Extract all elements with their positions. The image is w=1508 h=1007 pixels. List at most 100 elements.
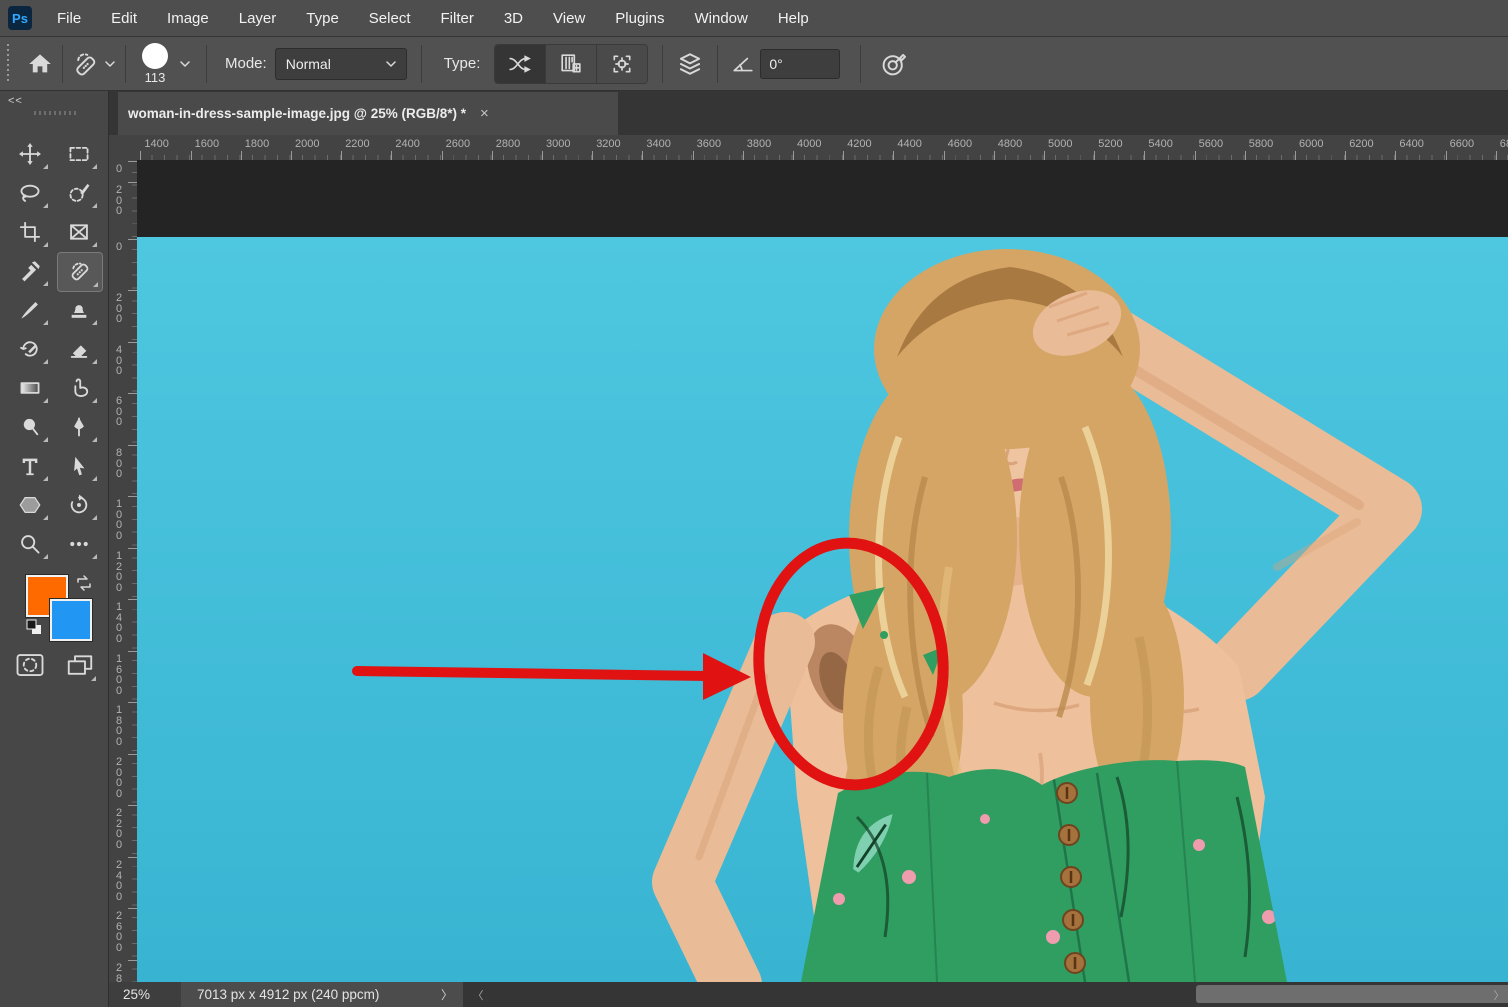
tool-more-tools[interactable] (57, 525, 101, 563)
scrollbar-thumb[interactable] (1196, 985, 1508, 1003)
background-color-swatch[interactable] (50, 599, 92, 641)
h-ruler-label: 2600 (446, 138, 470, 150)
scroll-right-icon[interactable]: 〉 (1490, 982, 1508, 1007)
current-tool-preset[interactable] (73, 51, 115, 77)
tool-history-brush[interactable] (8, 330, 52, 368)
spot-healing-brush-icon (73, 51, 99, 77)
photoshop-logo-icon[interactable]: Ps (8, 6, 32, 30)
home-button[interactable] (28, 52, 52, 76)
tool-eyedropper[interactable] (8, 252, 52, 290)
v-ruler-label: 1 8 0 0 (116, 705, 122, 747)
document-tab-bar: woman-in-dress-sample-image.jpg @ 25% (R… (109, 91, 1508, 135)
brush-size-picker[interactable]: 113 (142, 43, 168, 84)
pen-pressure-toggle[interactable] (881, 51, 907, 77)
menu-item-image[interactable]: Image (152, 0, 224, 36)
tool-shape[interactable] (8, 486, 52, 524)
h-ruler-label: 1600 (195, 138, 219, 150)
brush-preview-circle (142, 43, 168, 69)
sample-all-layers-button[interactable] (677, 51, 703, 77)
menu-item-select[interactable]: Select (354, 0, 426, 36)
menu-item-edit[interactable]: Edit (96, 0, 152, 36)
angle-input[interactable]: 0° (760, 49, 840, 79)
menu-item-view[interactable]: View (538, 0, 600, 36)
h-ruler-label: 5200 (1098, 138, 1122, 150)
create-texture-button[interactable] (546, 45, 597, 83)
tool-lasso[interactable] (8, 174, 52, 212)
h-ruler-label: 4600 (948, 138, 972, 150)
type-label: Type: (444, 55, 481, 72)
tool-clone-stamp[interactable] (57, 291, 101, 329)
home-icon (28, 52, 52, 76)
v-ruler-label: 6 0 0 (116, 396, 122, 428)
tool-move[interactable] (8, 135, 52, 173)
collapse-panel-button[interactable]: << (8, 95, 23, 107)
tool-pen[interactable] (57, 408, 101, 446)
vertical-ruler[interactable]: 02 0 002 0 04 0 06 0 08 0 01 0 0 01 2 0 … (109, 160, 138, 982)
horizontal-ruler[interactable]: 1400160018002000220024002600280030003200… (137, 135, 1508, 161)
menu-item-type[interactable]: Type (291, 0, 354, 36)
tool-rectangular-marquee[interactable] (57, 135, 101, 173)
tool-rotate-view[interactable] (57, 486, 101, 524)
tool-brush[interactable] (8, 291, 52, 329)
panel-grip[interactable] (34, 111, 78, 115)
content-aware-icon (508, 54, 532, 74)
menu-item-plugins[interactable]: Plugins (600, 0, 679, 36)
menu-item-help[interactable]: Help (763, 0, 824, 36)
tool-dodge[interactable] (8, 408, 52, 446)
pasteboard (137, 160, 1508, 237)
menu-item-layer[interactable]: Layer (224, 0, 292, 36)
ruler-corner (109, 135, 137, 161)
h-ruler-label: 5800 (1249, 138, 1273, 150)
content-aware-button[interactable] (495, 45, 546, 83)
canvas[interactable] (137, 237, 1508, 982)
frame-icon (68, 221, 90, 243)
tool-eraser[interactable] (57, 330, 101, 368)
tool-quick-selection[interactable] (57, 174, 101, 212)
menu-item-file[interactable]: File (42, 0, 96, 36)
h-ruler-label: 1400 (144, 138, 168, 150)
gradient-icon (19, 377, 41, 399)
h-ruler-label: 6000 (1299, 138, 1323, 150)
smudge-icon (68, 377, 90, 399)
tool-frame[interactable] (57, 213, 101, 251)
close-tab-icon[interactable]: × (480, 105, 489, 122)
angle-icon (732, 55, 754, 73)
proximity-match-button[interactable] (597, 45, 647, 83)
horizontal-scrollbar[interactable]: 〈 〉 (463, 982, 1508, 1007)
scroll-left-icon[interactable]: 〈 (469, 982, 487, 1007)
v-ruler-label: 4 0 0 (116, 345, 122, 377)
screen-mode-button[interactable] (62, 647, 98, 683)
tool-smudge[interactable] (57, 369, 101, 407)
panel-footer (0, 982, 109, 1007)
menu-item-filter[interactable]: Filter (426, 0, 489, 36)
tool-spot-healing-brush[interactable] (57, 252, 103, 292)
quick-mask-button[interactable] (12, 647, 48, 683)
v-ruler-label: 1 0 0 0 (116, 499, 122, 541)
v-ruler-label: 0 (116, 164, 122, 175)
menu-item-3d[interactable]: 3D (489, 0, 538, 36)
h-ruler-label: 3000 (546, 138, 570, 150)
status-popup-chevron-icon[interactable]: 〉 (441, 986, 453, 1003)
h-ruler-label: 3400 (646, 138, 670, 150)
default-colors-icon[interactable] (24, 617, 44, 637)
photoshop-window: Ps FileEditImageLayerTypeSelectFilter3DV… (0, 0, 1508, 1007)
options-bar-grip[interactable] (5, 44, 10, 84)
spot-healing-brush-icon (69, 261, 91, 283)
clone-stamp-icon (68, 299, 90, 321)
document-tab[interactable]: woman-in-dress-sample-image.jpg @ 25% (R… (118, 92, 618, 135)
separator (662, 45, 663, 83)
swap-colors-icon[interactable] (74, 573, 94, 593)
v-ruler-label: 2 8 0 0 (116, 963, 122, 982)
tool-path-selection[interactable] (57, 447, 101, 485)
menu-item-window[interactable]: Window (679, 0, 762, 36)
tool-gradient[interactable] (8, 369, 52, 407)
document-info[interactable]: 7013 px x 4912 px (240 ppcm) 〉 (181, 982, 463, 1007)
mode-dropdown[interactable]: Normal (275, 48, 407, 80)
v-ruler-label: 0 (116, 242, 122, 253)
proximity-match-icon (611, 53, 633, 75)
zoom-level-field[interactable]: 25% (109, 982, 181, 1007)
tool-crop[interactable] (8, 213, 52, 251)
menu-bar: Ps FileEditImageLayerTypeSelectFilter3DV… (0, 0, 1508, 37)
tool-type[interactable] (8, 447, 52, 485)
tool-zoom[interactable] (8, 525, 52, 563)
